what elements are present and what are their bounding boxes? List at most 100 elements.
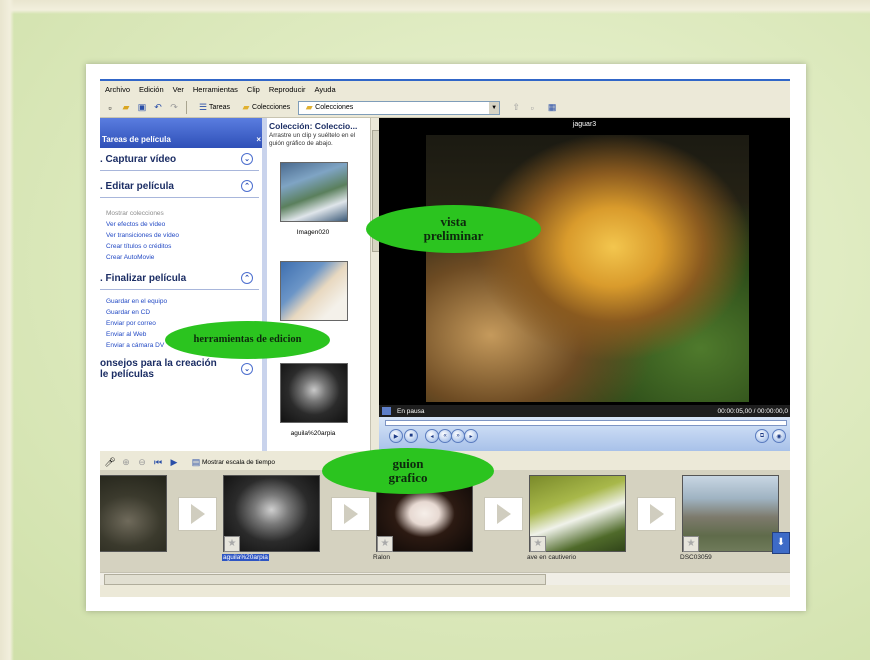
task-link-save-computer[interactable]: Guardar en el equipo (106, 296, 267, 307)
chevron-down-icon[interactable]: ▼ (489, 101, 500, 114)
task-section-edit-header[interactable]: . Editar película ⌃ (100, 175, 259, 198)
clip-thumbnail-imagen020[interactable] (280, 162, 348, 222)
task-section-capture-header[interactable]: . Capturar vídeo ⌄ (100, 148, 259, 171)
new-project-icon[interactable]: ▫ (104, 102, 116, 114)
task-section-title: . Capturar vídeo (100, 153, 177, 165)
menu-ayuda[interactable]: Ayuda (315, 85, 336, 94)
storyboard-caption: Ralon (373, 554, 390, 561)
task-link-video-transitions[interactable]: Ver transiciones de vídeo (106, 230, 267, 241)
playback-status: En pausa (397, 407, 425, 415)
new-folder-icon[interactable]: ▫ (526, 102, 538, 114)
effect-star-icon[interactable]: ★ (377, 536, 393, 552)
undo-icon[interactable]: ↶ (152, 102, 164, 114)
stop-icon[interactable]: ■ (404, 429, 418, 443)
tasks-pane-header: Tareas de película × (100, 118, 267, 148)
up-level-icon[interactable]: ⇧ (510, 102, 522, 114)
status-bar (100, 585, 790, 597)
task-section-tips-header[interactable]: onsejos para la creación le películas ⌄ (100, 355, 259, 383)
collections-button-label: Colecciones (252, 104, 291, 111)
show-timeline-label: Mostrar escala de tiempo (202, 458, 275, 466)
storyboard-caption: DSC03059 (680, 554, 712, 561)
transition-slot[interactable] (331, 497, 370, 531)
snapshot-icon[interactable]: ◉ (772, 429, 786, 443)
split-clip-icon[interactable]: ⧉ (755, 429, 769, 443)
tasks-button-label: Tareas (209, 104, 231, 111)
clip-thumbnail-aguila[interactable] (280, 363, 348, 423)
effect-star-icon[interactable]: ★ (683, 536, 699, 552)
task-link-video-effects[interactable]: Ver efectos de vídeo (106, 219, 267, 230)
menu-archivo[interactable]: Archivo (105, 85, 130, 94)
effect-star-icon[interactable]: ★ (224, 536, 240, 552)
forward-icon[interactable]: » (451, 429, 465, 443)
menu-reproducir[interactable]: Reproducir (269, 85, 306, 94)
play-icon[interactable]: ▶ (389, 429, 403, 443)
close-icon[interactable]: × (256, 135, 261, 144)
seek-bar[interactable] (385, 420, 787, 426)
playback-time: 00:00:05,00 / 00:00:00,0 (717, 407, 788, 415)
task-link-show-collections[interactable]: Mostrar colecciones (106, 208, 267, 219)
storyboard-scroll-right[interactable]: ⬇ (772, 532, 790, 554)
task-section-tips: onsejos para la creación le películas ⌄ (100, 355, 267, 383)
chevron-up-icon[interactable]: ⌃ (241, 272, 253, 284)
zoom-out-icon[interactable]: ⊖ (136, 456, 148, 468)
combo-folder-icon: ▰ (305, 102, 313, 112)
previous-frame-icon[interactable]: ◂ (425, 429, 439, 443)
rewind-storyboard-icon[interactable]: ⏮︎ (152, 456, 164, 468)
main-toolbar: ▫ ▰ ▣ ↶ ↷ ☰ Tareas ▰ Colecciones ▰ Colec… (100, 98, 790, 118)
storyboard-caption: aguila%20arpia (222, 554, 269, 561)
clip-thumbnail-student[interactable] (280, 261, 348, 321)
menu-edicion[interactable]: Edición (139, 85, 164, 94)
task-link-titles[interactable]: Crear títulos o créditos (106, 241, 267, 252)
rewind-icon[interactable]: « (438, 429, 452, 443)
callout-vista-preliminar: vista preliminar (366, 205, 541, 253)
tasks-pane-title: Tareas de película (102, 135, 171, 144)
zoom-in-icon[interactable]: ⊕ (120, 456, 132, 468)
menu-clip[interactable]: Clip (247, 85, 260, 94)
open-folder-icon[interactable]: ▰ (120, 102, 132, 114)
menu-ver[interactable]: Ver (173, 85, 184, 94)
task-links-edit: Mostrar colecciones Ver efectos de vídeo… (100, 198, 267, 267)
storyboard-caption: ave en cautiverio (527, 554, 577, 561)
clip-caption: aguila%20arpia (290, 430, 336, 437)
storyboard-scrollbar[interactable] (100, 572, 790, 585)
task-link-save-cd[interactable]: Guardar en CD (106, 307, 267, 318)
play-storyboard-icon[interactable]: ▶ (168, 456, 180, 468)
transition-slot[interactable] (178, 497, 217, 531)
task-section-finish-header[interactable]: . Finalizar película ⌃ (100, 267, 259, 290)
narration-mic-icon[interactable]: 🎤︎ (104, 456, 116, 468)
task-section-capture: . Capturar vídeo ⌄ (100, 148, 267, 171)
menu-bar: Archivo Edición Ver Herramientas Clip Re… (100, 79, 790, 98)
transition-slot[interactable] (484, 497, 523, 531)
task-section-title: . Finalizar película (100, 272, 187, 284)
collections-combo[interactable]: ▰ Colecciones ▼ (298, 100, 501, 115)
show-timeline-button[interactable]: ▤ Mostrar escala de tiempo (186, 456, 275, 468)
chevron-down-icon[interactable]: ⌄ (241, 363, 253, 375)
tasks-button[interactable]: ☰ Tareas (193, 102, 230, 114)
effect-star-icon[interactable]: ★ (530, 536, 546, 552)
views-icon[interactable]: ▦ (546, 102, 558, 114)
callout-herramientas: herramientas de edicion (165, 321, 330, 359)
collections-folder-icon: ▰ (242, 102, 250, 112)
tasks-icon: ☰ (198, 102, 208, 112)
preview-image-jaguar (426, 135, 749, 402)
transition-slot[interactable] (637, 497, 676, 531)
collection-subtitle: Arrastre un clip y suéltelo en el guión … (269, 132, 356, 147)
save-icon[interactable]: ▣ (136, 102, 148, 114)
preview-clip-title: jaguar3 (572, 121, 597, 128)
chevron-down-icon[interactable]: ⌃ (241, 180, 253, 192)
preview-monitor: jaguar3 En pausa 00:00:05,00 / 00:00:00,… (379, 118, 790, 451)
scrollbar-thumb[interactable] (104, 574, 546, 585)
task-section-title: . Editar película (100, 180, 174, 192)
redo-icon[interactable]: ↷ (168, 102, 180, 114)
task-link-automovie[interactable]: Crear AutoMovie (106, 252, 267, 263)
menu-herramientas[interactable]: Herramientas (193, 85, 238, 94)
playback-controls: ▶ ■ ◂ « » ▸ ⧉ ◉ (379, 417, 790, 451)
task-section-title: onsejos para la creación le películas (100, 358, 217, 380)
callout-guion-grafico: guion grafico (322, 448, 494, 494)
chevron-down-icon[interactable]: ⌄ (241, 153, 253, 165)
movie-tasks-pane: Tareas de película × . Capturar vídeo ⌄ … (100, 118, 267, 451)
collections-button[interactable]: ▰ Colecciones (236, 102, 291, 114)
collections-combo-value: Colecciones (315, 104, 354, 111)
storyboard-clip-1[interactable] (100, 475, 167, 552)
next-frame-icon[interactable]: ▸ (464, 429, 478, 443)
